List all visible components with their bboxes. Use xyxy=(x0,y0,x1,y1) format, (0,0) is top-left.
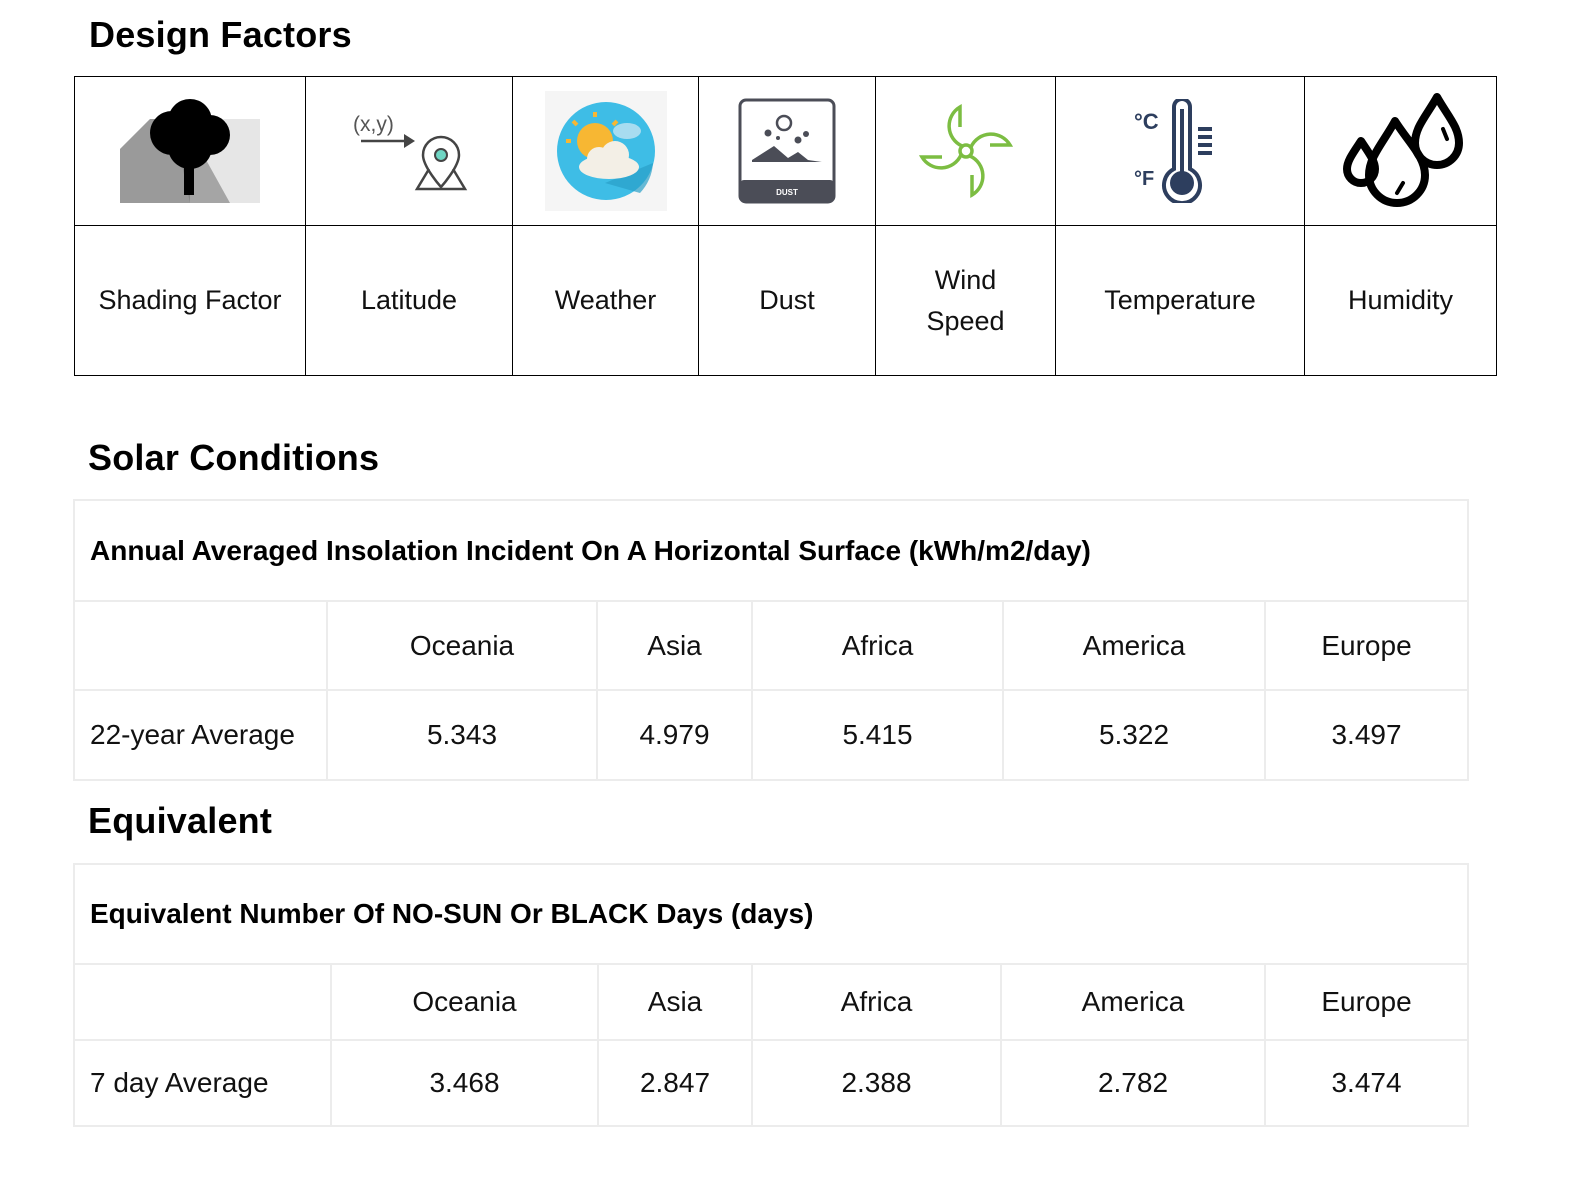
row-label: 7 day Average xyxy=(73,1039,332,1127)
row-label: 22-year Average xyxy=(73,689,328,781)
factor-label-wind-line2: Speed xyxy=(926,305,1005,336)
design-factors-grid: (x,y) DUST °C °F Shading Factor Latitude… xyxy=(74,76,1497,376)
factor-label-wind-speed: Wind Speed xyxy=(875,225,1056,376)
value-oceania: 5.343 xyxy=(326,689,598,781)
value-europe: 3.474 xyxy=(1263,1039,1470,1127)
factor-label-dust: Dust xyxy=(698,225,876,376)
column-header-asia: Asia xyxy=(597,963,753,1041)
equivalent-heading: Equivalent xyxy=(88,800,273,841)
table-header-row: Oceania Asia Africa America Europe xyxy=(73,600,1470,691)
fan-icon xyxy=(918,103,1013,199)
fahrenheit-label: °F xyxy=(1134,168,1154,190)
factor-label-latitude: Latitude xyxy=(305,225,513,376)
value-america: 5.322 xyxy=(1002,689,1266,781)
no-sun-days-table: Equivalent Number Of NO-SUN Or BLACK Day… xyxy=(72,863,1470,1127)
column-header-asia: Asia xyxy=(596,600,753,691)
insolation-table: Annual Averaged Insolation Incident On A… xyxy=(72,499,1470,781)
water-drops-icon xyxy=(1342,93,1463,207)
value-america: 2.782 xyxy=(1000,1039,1266,1127)
location-pin-coordinates-icon: (x,y) xyxy=(353,113,468,191)
insolation-table-caption: Annual Averaged Insolation Incident On A… xyxy=(72,499,1470,602)
thermometer-icon: °C °F xyxy=(1134,99,1212,203)
dust-icon: DUST xyxy=(738,98,836,204)
header-empty-cell xyxy=(73,963,332,1041)
factor-label-humidity: Humidity xyxy=(1304,225,1497,376)
factor-icon-cell-weather xyxy=(512,76,699,226)
column-header-america: America xyxy=(1000,963,1266,1041)
column-header-africa: Africa xyxy=(751,963,1002,1041)
table-row: 22-year Average 5.343 4.979 5.415 5.322 … xyxy=(73,689,1470,781)
column-header-europe: Europe xyxy=(1263,600,1470,691)
solar-conditions-heading: Solar Conditions xyxy=(88,437,380,478)
value-africa: 2.388 xyxy=(751,1039,1002,1127)
design-factors-heading: Design Factors xyxy=(89,14,352,55)
factor-label-shading: Shading Factor xyxy=(74,225,306,376)
column-header-oceania: Oceania xyxy=(326,600,598,691)
factor-icon-cell-wind xyxy=(875,76,1056,226)
factor-icon-cell-dust: DUST xyxy=(698,76,876,226)
coordinates-label: (x,y) xyxy=(353,113,394,136)
value-europe: 3.497 xyxy=(1263,689,1470,781)
column-header-oceania: Oceania xyxy=(330,963,599,1041)
celsius-label: °C xyxy=(1134,109,1159,134)
factor-icon-cell-latitude: (x,y) xyxy=(305,76,513,226)
factor-icon-cell-humidity xyxy=(1304,76,1497,226)
value-oceania: 3.468 xyxy=(330,1039,599,1127)
value-africa: 5.415 xyxy=(751,689,1004,781)
header-empty-cell xyxy=(73,600,328,691)
column-header-america: America xyxy=(1002,600,1266,691)
dust-label: DUST xyxy=(776,188,798,197)
table-header-row: Oceania Asia Africa America Europe xyxy=(73,963,1470,1041)
factor-label-temperature: Temperature xyxy=(1055,225,1305,376)
value-asia: 2.847 xyxy=(597,1039,753,1127)
no-sun-days-table-caption: Equivalent Number Of NO-SUN Or BLACK Day… xyxy=(72,863,1470,965)
sun-cloud-icon xyxy=(544,91,667,211)
factor-icon-cell-temperature: °C °F xyxy=(1055,76,1305,226)
column-header-europe: Europe xyxy=(1263,963,1470,1041)
factor-icon-cell-shading xyxy=(74,76,306,226)
value-asia: 4.979 xyxy=(596,689,753,781)
factor-label-wind-line1: Wind xyxy=(934,264,997,295)
column-header-africa: Africa xyxy=(751,600,1004,691)
factor-label-weather: Weather xyxy=(512,225,699,376)
table-row: 7 day Average 3.468 2.847 2.388 2.782 3.… xyxy=(73,1039,1470,1127)
tree-shade-icon xyxy=(120,99,260,203)
